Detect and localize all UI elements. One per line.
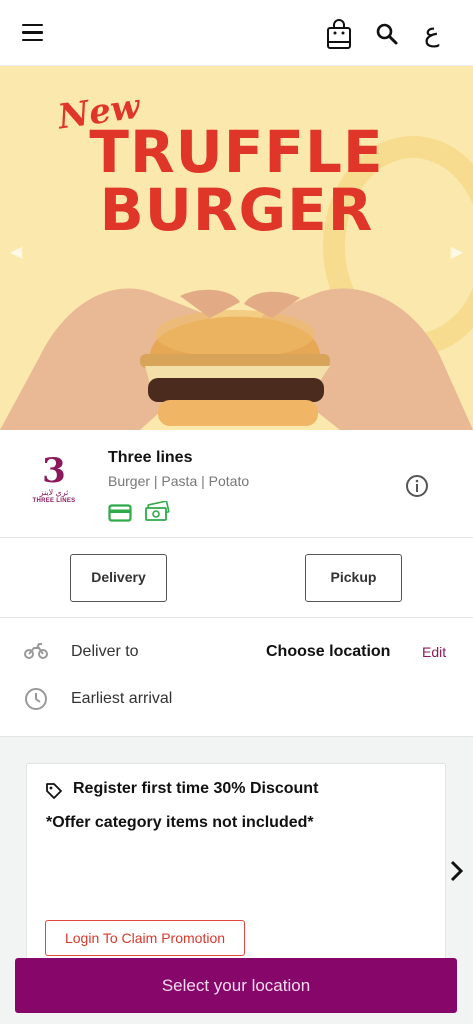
restaurant-info: 3 ثري لاينز THREE LINES Three lines Burg… — [0, 430, 473, 538]
deliver-to-label: Deliver to — [71, 643, 139, 660]
select-location-button[interactable]: Select your location — [15, 958, 457, 1013]
pickup-button[interactable]: Pickup — [305, 554, 402, 602]
order-mode-selector: Delivery Pickup — [0, 538, 473, 618]
language-switch[interactable]: ع — [424, 20, 440, 46]
promotion-note: *Offer category items not included* — [46, 814, 314, 831]
arrival-row: Earliest arrival — [0, 683, 473, 715]
edit-location-link[interactable]: Edit — [422, 644, 446, 660]
top-app-bar: ع — [0, 0, 473, 66]
location-value[interactable]: Choose location — [266, 643, 390, 661]
logo-arabic-text: ثري لاينز — [39, 488, 69, 497]
credit-card-icon — [108, 504, 132, 522]
hamburger-menu-icon[interactable] — [22, 24, 50, 48]
restaurant-logo: 3 ثري لاينز THREE LINES — [30, 454, 78, 514]
tag-icon — [46, 783, 62, 799]
clock-icon — [25, 688, 47, 710]
promotion-title: Register first time 30% Discount — [73, 780, 319, 797]
logo-text: THREE LINES — [32, 498, 76, 504]
chevron-right-icon[interactable] — [449, 859, 465, 883]
delivery-details: Deliver to Choose location Edit Earliest… — [0, 618, 473, 736]
carousel-prev-icon[interactable]: ◀ — [10, 242, 22, 262]
logo-number: 3 — [42, 451, 66, 491]
cash-icon — [145, 501, 170, 521]
deliver-to-row[interactable]: Deliver to Choose location Edit — [0, 636, 473, 668]
carousel-next-icon[interactable]: ▶ — [451, 242, 463, 262]
burger-image — [0, 288, 473, 430]
earliest-arrival-label: Earliest arrival — [71, 690, 173, 707]
restaurant-categories: Burger | Pasta | Potato — [108, 473, 250, 489]
delivery-button[interactable]: Delivery — [70, 554, 167, 602]
motorbike-icon — [24, 643, 48, 659]
login-claim-promotion-button[interactable]: Login To Claim Promotion — [45, 920, 245, 956]
info-icon[interactable] — [405, 474, 429, 498]
search-icon[interactable] — [375, 22, 399, 46]
shopping-bag-icon[interactable] — [326, 18, 352, 50]
promo-banner[interactable]: New TRUFFLE BURGER ◀ ▶ — [0, 66, 473, 430]
restaurant-name: Three lines — [108, 449, 193, 466]
